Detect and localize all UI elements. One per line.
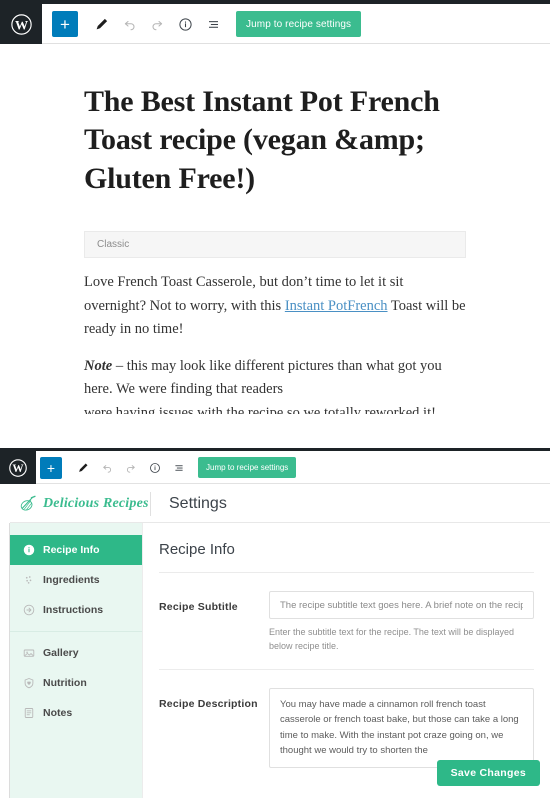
settings-toolbar: + Jump to recipe settings — [40, 451, 297, 484]
redo-arrow-icon — [152, 20, 162, 30]
wordpress-icon: W — [10, 13, 32, 35]
svg-text:W: W — [12, 463, 24, 475]
classic-block-label: Classic — [97, 239, 130, 251]
wordpress-logo-button-2[interactable]: W — [0, 451, 36, 484]
screenshot-root: W + Jump to recipe settings The Best Ins… — [0, 0, 550, 798]
post-title[interactable]: The Best Instant Pot French Toast recipe… — [84, 83, 466, 198]
svg-text:W: W — [14, 17, 27, 32]
pencil-icon — [79, 463, 88, 472]
post-content: The Best Instant Pot French Toast recipe… — [84, 45, 466, 414]
field-label: Recipe Subtitle — [159, 601, 238, 613]
ingredients-icon — [23, 574, 35, 586]
list-view-button[interactable] — [200, 11, 226, 37]
instant-pot-french-link[interactable]: Instant PotFrench — [285, 298, 388, 314]
brand-left-edge — [0, 484, 10, 523]
field-recipe-subtitle: Recipe Subtitle Enter the subtitle text … — [143, 573, 550, 653]
redo-button[interactable] — [144, 11, 170, 37]
sidebar-item-label: Gallery — [43, 647, 79, 659]
paragraph2-text: – this may look like different pictures … — [84, 357, 442, 398]
sidebar-item-label: Recipe Info — [43, 544, 100, 556]
editor-canvas[interactable]: The Best Instant Pot French Toast recipe… — [0, 45, 550, 414]
save-changes-button[interactable]: Save Changes — [436, 760, 540, 786]
jump-to-recipe-settings-button[interactable]: Jump to recipe settings — [236, 11, 362, 37]
settings-brand-bar: Delicious Recipes Settings — [0, 484, 550, 523]
recipe-settings-panel: W + Jump to recipe settings Delicious Re… — [0, 448, 550, 798]
shield-heart-icon — [23, 677, 35, 689]
page-title: Settings — [169, 494, 227, 512]
wordpress-icon: W — [9, 458, 27, 477]
editor-toolbar-bar: W + Jump to recipe settings — [0, 4, 550, 44]
field-help-text: Enter the subtitle text for the recipe. … — [269, 627, 514, 651]
admin-rail-edge — [0, 523, 10, 798]
list-view-icon — [208, 20, 218, 28]
details-info-button-2[interactable] — [144, 457, 166, 479]
field-label: Recipe Description — [159, 698, 258, 710]
pencil-icon — [96, 18, 107, 29]
jump-to-recipe-settings-button-2[interactable]: Jump to recipe settings — [198, 457, 297, 478]
classic-block[interactable]: Classic — [84, 231, 466, 259]
settings-body: Recipe Info Ingredients Instructions Gal… — [0, 523, 550, 798]
sidebar-item-notes[interactable]: Notes — [10, 698, 142, 728]
info-circle-icon — [178, 17, 192, 31]
recipe-description-textarea[interactable]: You may have made a cinnamon roll french… — [269, 688, 534, 768]
details-info-button[interactable] — [172, 11, 198, 37]
settings-content: Recipe Info Recipe Subtitle Enter the su… — [142, 523, 550, 798]
field-recipe-description: Recipe Description You may have made a c… — [143, 670, 550, 773]
add-block-button-2[interactable]: + — [40, 456, 62, 479]
info-circle-icon — [150, 462, 160, 473]
field-control: Enter the subtitle text for the recipe. … — [269, 591, 534, 653]
sidebar-item-recipe-info[interactable]: Recipe Info — [10, 535, 142, 565]
sidebar-item-instructions[interactable]: Instructions — [10, 595, 142, 625]
list-view-button-2[interactable] — [168, 457, 190, 479]
instructions-icon — [23, 604, 35, 616]
brand-name-label: Delicious Recipes — [43, 495, 149, 511]
brand-logo[interactable]: Delicious Recipes — [10, 495, 150, 513]
sidebar-item-ingredients[interactable]: Ingredients — [10, 565, 142, 595]
paragraph-block-3[interactable]: were having issues with the recipe so we… — [84, 402, 466, 414]
settings-toolbar-bar: W + Jump to recipe settings — [0, 451, 550, 484]
add-block-button[interactable]: + — [52, 11, 78, 37]
sidebar-item-label: Instructions — [43, 604, 104, 616]
content-heading: Recipe Info — [159, 541, 235, 558]
redo-arrow-icon — [126, 464, 135, 473]
brand-divider — [150, 491, 151, 516]
settings-sidebar: Recipe Info Ingredients Instructions Gal… — [10, 523, 142, 798]
block-editor-panel: W + Jump to recipe settings The Best Ins… — [0, 0, 550, 414]
list-view-icon — [175, 464, 183, 471]
sidebar-item-label: Ingredients — [43, 574, 100, 586]
whisk-icon — [20, 495, 36, 511]
image-icon — [23, 647, 35, 659]
tools-pencil-button[interactable] — [88, 11, 114, 37]
sidebar-item-gallery[interactable]: Gallery — [10, 638, 142, 668]
notes-icon — [23, 707, 35, 719]
sidebar-divider — [10, 631, 142, 632]
panel-gap — [0, 414, 550, 448]
recipe-subtitle-input[interactable] — [269, 591, 534, 619]
redo-button-2[interactable] — [120, 457, 142, 479]
note-emphasis: Note — [84, 357, 113, 374]
wordpress-logo-button[interactable]: W — [0, 4, 42, 44]
editor-toolbar: + Jump to recipe settings — [52, 4, 362, 44]
undo-arrow-icon — [103, 464, 112, 473]
undo-button-2[interactable] — [96, 457, 118, 479]
save-bar: Save Changes — [436, 760, 540, 786]
sidebar-item-nutrition[interactable]: Nutrition — [10, 668, 142, 698]
info-circle-icon — [23, 544, 35, 556]
paragraph-block-2[interactable]: Note – this may look like different pict… — [84, 355, 466, 402]
sidebar-item-label: Nutrition — [43, 677, 87, 689]
sidebar-item-label: Notes — [43, 707, 73, 719]
tools-pencil-button-2[interactable] — [72, 457, 94, 479]
undo-button[interactable] — [116, 11, 142, 37]
undo-arrow-icon — [124, 20, 134, 30]
paragraph-block-1[interactable]: Love French Toast Casserole, but don’t t… — [84, 271, 466, 341]
